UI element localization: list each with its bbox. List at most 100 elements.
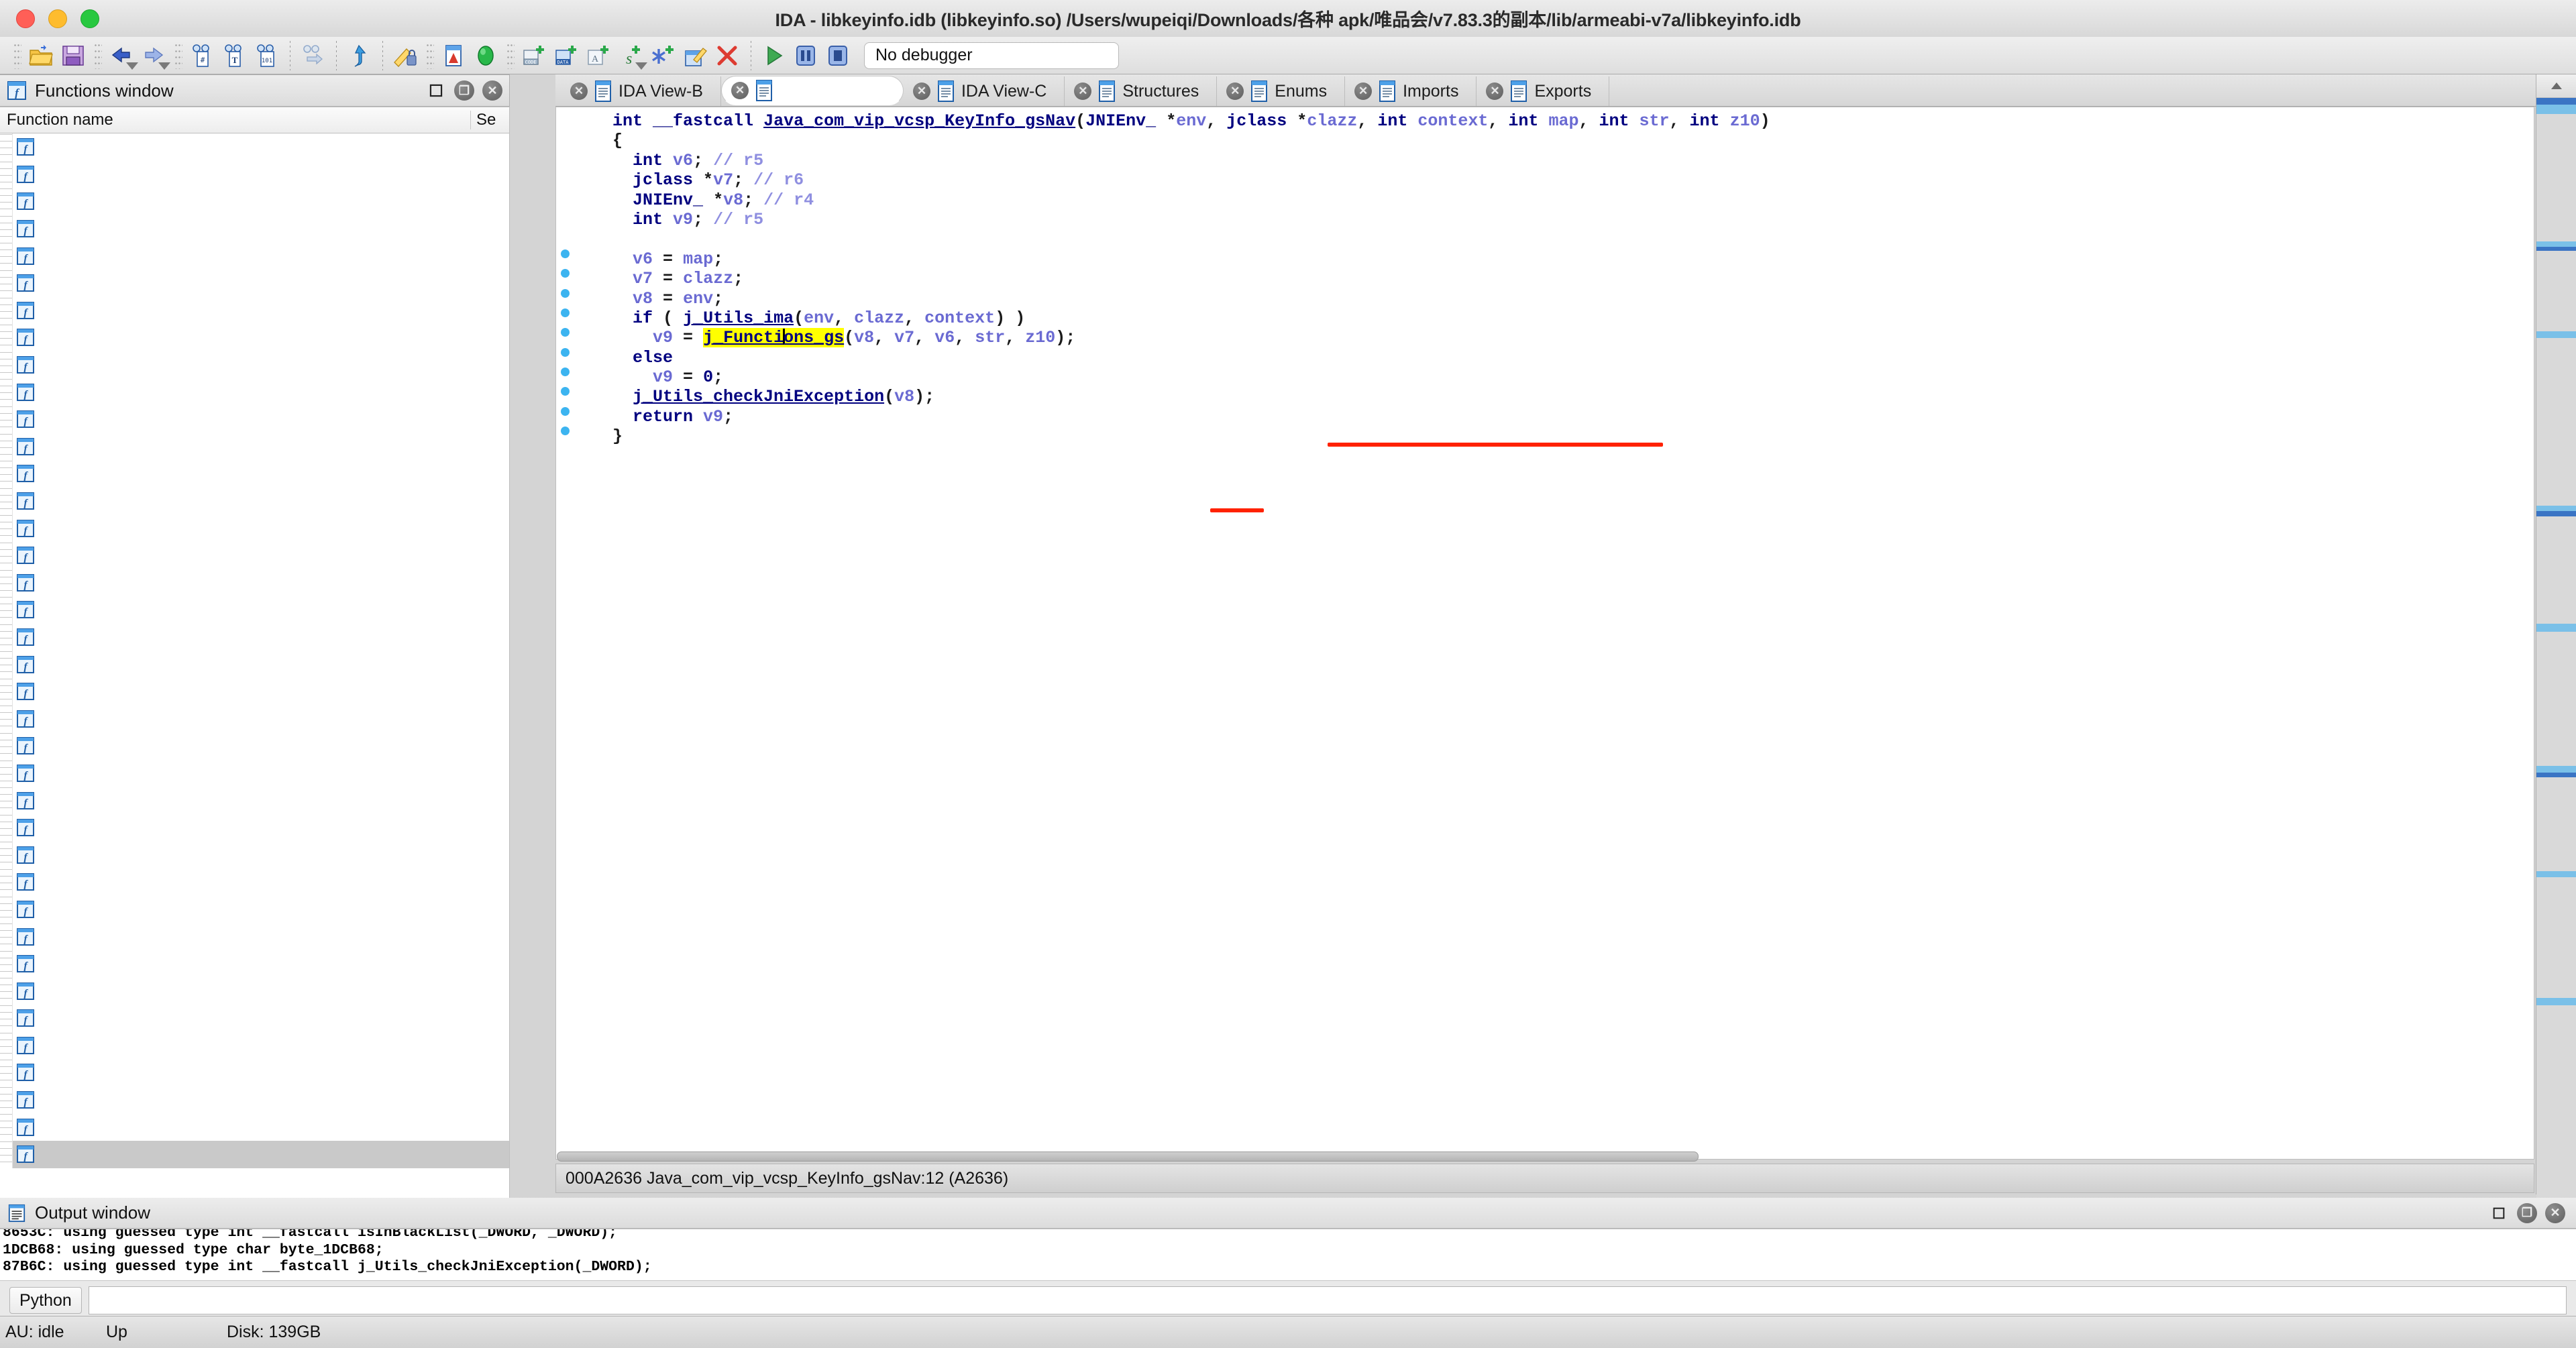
tab-close-icon[interactable]: ✕ [1074, 82, 1092, 100]
make-code-button[interactable]: CODE [519, 40, 549, 71]
navigator-band[interactable] [2536, 516, 2576, 624]
code-line[interactable]: return v9; [556, 406, 2534, 427]
debugger-select[interactable]: No debugger [864, 42, 1119, 69]
breakpoint-marker[interactable] [556, 308, 574, 317]
tab-close-icon[interactable]: ✕ [1354, 82, 1373, 100]
function-list-item[interactable]: f [0, 950, 509, 978]
function-list-item[interactable]: f [0, 677, 509, 706]
tab-close-icon[interactable]: ✕ [1486, 82, 1504, 100]
navigator-band[interactable] [2536, 105, 2576, 114]
alert-button[interactable] [438, 40, 469, 71]
debug-run-button[interactable] [758, 40, 789, 71]
function-list-item[interactable]: f [0, 705, 509, 733]
code-line[interactable]: else [556, 347, 2534, 368]
code-text[interactable]: j_Utils_checkJniException(v8); [612, 387, 2534, 406]
navigator-band[interactable] [2536, 511, 2576, 516]
function-list-item[interactable]: f [0, 160, 509, 188]
navigator-band[interactable] [2536, 98, 2576, 105]
function-list-item[interactable]: f [0, 133, 509, 161]
code-text[interactable]: jclass *v7; // r6 [612, 170, 2534, 190]
search-text-button[interactable]: T [219, 40, 250, 71]
breakpoint-marker[interactable] [556, 328, 574, 337]
function-list-item[interactable]: f [0, 188, 509, 215]
make-struct-button[interactable]: s [615, 40, 647, 71]
toolbar-grip-4[interactable] [426, 42, 434, 69]
nav-back-caret-icon[interactable] [126, 62, 138, 70]
function-list-item[interactable]: f [0, 1113, 509, 1141]
code-text[interactable]: return v9; [612, 407, 2534, 427]
function-list-item[interactable]: f [0, 405, 509, 433]
code-text[interactable]: v9 = j_Functions_gs(v8, v7, v6, str, z10… [612, 328, 2534, 348]
navigator-band[interactable] [2536, 773, 2576, 777]
jump-search-button[interactable] [297, 40, 328, 71]
code-line[interactable]: v8 = env; [556, 288, 2534, 308]
function-list-item[interactable]: f [0, 596, 509, 624]
tab-close-icon[interactable]: ✕ [570, 82, 588, 100]
code-text[interactable]: if ( j_Utils_ima(env, clazz, context) ) [612, 308, 2534, 328]
make-unexplored-button[interactable] [647, 40, 678, 71]
restore-panel-icon[interactable] [426, 80, 446, 101]
code-line[interactable] [556, 229, 2534, 249]
navigator-bands[interactable] [2536, 98, 2576, 1206]
column-segment[interactable]: Se [470, 111, 509, 129]
function-list-item[interactable]: f [0, 1031, 509, 1060]
code-line[interactable]: int v6; // r5 [556, 151, 2534, 170]
function-list-item[interactable]: f [0, 732, 509, 760]
function-list-item[interactable]: f [0, 433, 509, 461]
navigator-band[interactable] [2536, 251, 2576, 331]
output-restore-icon[interactable] [2489, 1203, 2509, 1223]
toolbar-grip-3[interactable] [174, 42, 182, 69]
pseudocode-hscrollbar[interactable] [555, 1150, 2534, 1162]
code-text[interactable]: { [612, 131, 2534, 150]
navigator-band[interactable] [2536, 777, 2576, 871]
code-line[interactable]: v9 = 0; [556, 368, 2534, 387]
column-function-name[interactable]: Function name [0, 111, 470, 129]
function-list-item[interactable]: f [0, 1059, 509, 1086]
tab-imports[interactable]: ✕ Imports [1345, 76, 1477, 106]
search-hex-button[interactable]: # [186, 40, 217, 71]
function-list-item[interactable]: f [0, 351, 509, 379]
function-list-item[interactable]: f [0, 541, 509, 569]
function-list-item[interactable]: f [0, 977, 509, 1005]
run-to-button[interactable] [470, 40, 501, 71]
edit-signature-button[interactable] [390, 40, 421, 71]
code-line[interactable]: int v9; // r5 [556, 210, 2534, 229]
navigator-band[interactable] [2536, 241, 2576, 247]
navigator-band[interactable] [2536, 877, 2576, 998]
functions-list[interactable]: ffffffffffffffffffffffffffffffffffffff [0, 133, 510, 1240]
function-list-item[interactable]: f [0, 242, 509, 270]
pseudocode-hscroll-thumb[interactable] [557, 1152, 1699, 1162]
tab-close-icon[interactable]: ✕ [912, 82, 930, 100]
jump-up-button[interactable] [343, 40, 374, 71]
open-file-button[interactable] [25, 40, 56, 71]
function-list-item[interactable]: f [0, 623, 509, 651]
breakpoint-marker[interactable] [556, 427, 574, 436]
debug-stop-button[interactable] [822, 40, 853, 71]
function-list-item[interactable]: f [0, 1086, 509, 1114]
function-list-item[interactable]: f [0, 813, 509, 842]
function-list-item[interactable]: f [0, 269, 509, 297]
output-close-icon[interactable]: ✕ [2545, 1202, 2565, 1223]
code-text[interactable]: else [612, 348, 2534, 368]
function-list-item[interactable]: f [0, 841, 509, 869]
toolbar-grip-2[interactable] [94, 42, 102, 69]
code-line[interactable]: j_Utils_checkJniException(v8); [556, 387, 2534, 406]
function-list-item[interactable]: f [0, 215, 509, 243]
code-text[interactable]: v8 = env; [612, 289, 2534, 308]
make-struct-caret-icon[interactable] [635, 62, 647, 70]
python-command-input[interactable] [88, 1286, 2567, 1314]
tab-enums[interactable]: ✕ Enums [1217, 76, 1346, 106]
float-panel-icon[interactable]: ❐ [454, 80, 474, 101]
code-text[interactable]: v9 = 0; [612, 368, 2534, 387]
function-list-item[interactable]: f [0, 1005, 509, 1032]
function-list-item[interactable]: f [0, 324, 509, 351]
code-text[interactable]: JNIEnv_ *v8; // r4 [612, 190, 2534, 210]
code-text[interactable]: int v6; // r5 [612, 151, 2534, 170]
navigator-band[interactable] [2536, 998, 2576, 1005]
function-list-item[interactable]: f [0, 923, 509, 950]
navigator-band[interactable] [2536, 632, 2576, 766]
tab-exports[interactable]: ✕ Exports [1477, 76, 1610, 106]
save-button[interactable] [58, 40, 89, 71]
navigator-band[interactable] [2536, 871, 2576, 877]
debug-pause-button[interactable] [790, 40, 821, 71]
